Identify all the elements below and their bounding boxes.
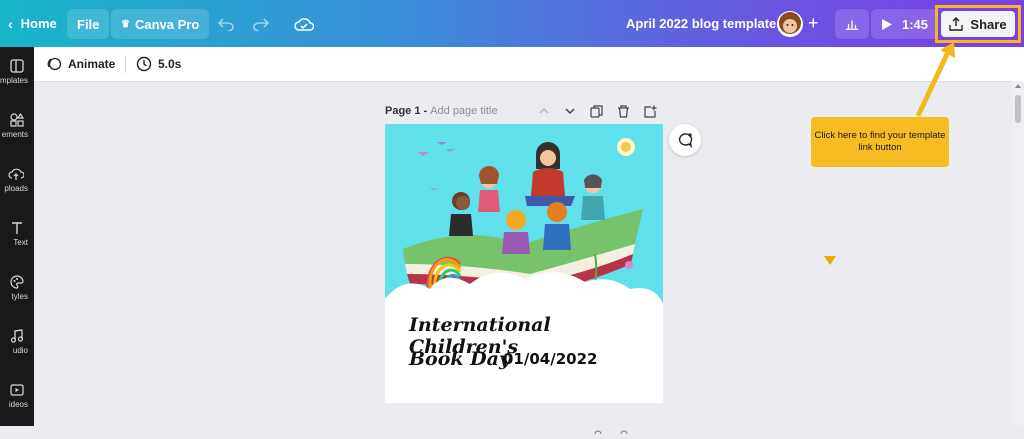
sidebar-label: emplates	[0, 76, 28, 85]
add-page-icon[interactable]	[644, 105, 657, 118]
design-canvas[interactable]: International Children's Book Day 01/04/…	[385, 124, 663, 403]
duration-label: 5.0s	[158, 57, 182, 71]
text-icon	[12, 222, 22, 234]
redo-button[interactable]	[253, 0, 269, 47]
undo-icon	[218, 17, 234, 31]
page-actions	[538, 100, 657, 122]
insights-button[interactable]	[835, 9, 869, 39]
sidebar-item-videos[interactable]: ideos	[0, 383, 34, 409]
page-title-input[interactable]: Add page title	[430, 105, 497, 117]
document-title[interactable]: April 2022 blog templates	[626, 0, 784, 47]
sidebar-label: Text	[13, 238, 28, 247]
trash-icon[interactable]	[617, 104, 630, 118]
document-title-text: April 2022 blog templates	[626, 16, 784, 31]
design-date[interactable]: 01/04/2022	[503, 350, 597, 368]
toolbar-divider	[125, 55, 126, 73]
user-avatar-icon	[777, 10, 803, 37]
palette-icon	[10, 275, 24, 289]
templates-icon	[10, 59, 24, 73]
scrollbar-thumb[interactable]	[1015, 95, 1021, 123]
crown-icon: ♛	[121, 18, 130, 30]
avatar[interactable]	[776, 0, 804, 47]
back-chevron-icon: ‹	[8, 15, 13, 32]
editor-toolbar: Animate 5.0s	[34, 47, 1024, 82]
top-bar: ‹ Home File ♛ Canva Pro April 2022 blog …	[0, 0, 1024, 47]
chevron-up-icon[interactable]	[538, 105, 550, 117]
play-icon	[882, 18, 892, 30]
left-sidebar: emplates ements ploads Text tyles udio i…	[0, 47, 34, 426]
file-menu-button[interactable]: File	[67, 9, 110, 39]
sidebar-item-styles[interactable]: tyles	[0, 275, 34, 301]
cursor-indicator-icon	[824, 256, 836, 265]
sidebar-label: tyles	[11, 292, 28, 301]
sidebar-label: ements	[1, 130, 28, 139]
cloud-check-icon	[294, 17, 314, 31]
present-button[interactable]: 1:45	[871, 9, 939, 39]
comment-plus-icon	[678, 133, 693, 148]
sidebar-label: ideos	[8, 400, 28, 409]
page-control-icons[interactable]	[592, 429, 662, 438]
timer-label: 1:45	[902, 16, 929, 32]
add-collaborator-button[interactable]: +	[808, 0, 819, 47]
redo-icon	[253, 17, 269, 31]
vertical-scrollbar[interactable]	[1012, 81, 1024, 426]
animate-icon	[47, 57, 62, 71]
upload-cloud-icon	[8, 168, 24, 180]
elements-icon	[10, 113, 24, 127]
music-note-icon	[10, 329, 24, 343]
animate-label: Animate	[68, 57, 116, 71]
video-icon	[10, 384, 24, 396]
share-upload-icon	[949, 17, 964, 31]
sidebar-item-audio[interactable]: udio	[0, 329, 34, 355]
home-button[interactable]: ‹ Home	[8, 0, 57, 47]
duration-button[interactable]: 5.0s	[136, 47, 181, 81]
sidebar-item-elements[interactable]: ements	[0, 113, 34, 139]
bottom-page-controls	[592, 421, 662, 438]
chevron-down-icon[interactable]	[564, 105, 576, 117]
animate-button[interactable]: Animate	[46, 47, 115, 81]
callout-text: Click here to find your template link bu…	[814, 130, 946, 153]
share-button[interactable]: Share	[941, 11, 1015, 37]
page-header: Page 1 - Add page title	[385, 100, 497, 122]
undo-button[interactable]	[218, 0, 234, 47]
canva-pro-label: Canva Pro	[134, 16, 200, 32]
file-label: File	[77, 16, 100, 32]
sidebar-item-uploads[interactable]: ploads	[0, 167, 34, 193]
canva-pro-button[interactable]: ♛ Canva Pro	[111, 9, 210, 39]
sidebar-item-templates[interactable]: emplates	[0, 59, 34, 85]
share-label: Share	[970, 16, 1007, 32]
sidebar-label: udio	[12, 346, 28, 355]
tutorial-callout: Click here to find your template link bu…	[811, 117, 949, 167]
home-label: Home	[20, 16, 57, 31]
page-number-label: Page 1 -	[385, 105, 428, 117]
sidebar-label: ploads	[4, 184, 28, 193]
design-title-line2[interactable]: Book Day	[409, 348, 510, 370]
clock-icon	[136, 56, 152, 72]
plus-icon: +	[808, 13, 819, 33]
share-highlight-box: Share	[935, 5, 1021, 43]
duplicate-page-icon[interactable]	[590, 104, 603, 118]
add-comment-button[interactable]	[669, 124, 701, 156]
cloud-save-button[interactable]	[294, 0, 314, 47]
scroll-up-arrow-icon[interactable]	[1015, 84, 1021, 88]
sidebar-item-text[interactable]: Text	[0, 221, 34, 247]
bar-chart-icon	[845, 20, 859, 30]
